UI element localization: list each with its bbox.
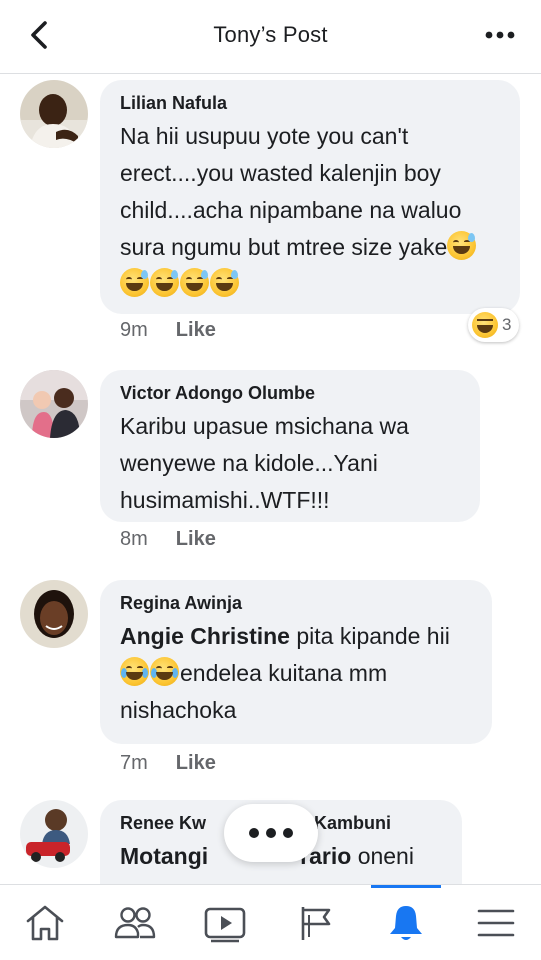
reaction-count-badge[interactable]: 3 — [468, 308, 520, 342]
comment-time: 9m — [120, 319, 148, 341]
dot-icon — [283, 828, 293, 838]
friends-icon — [115, 906, 156, 938]
comment-meta: 7m Like — [120, 752, 216, 775]
nav-menu[interactable] — [451, 885, 541, 960]
dot-icon — [249, 828, 259, 838]
grinning-sweat-emoji — [180, 268, 209, 297]
comments-feed[interactable]: Lilian Nafula Na hii usupuu yote you can… — [0, 74, 541, 884]
like-button[interactable]: Like — [176, 319, 216, 342]
comment-text: Angie Christine pita kipande hii endelea … — [120, 623, 450, 723]
home-icon — [26, 905, 64, 940]
avatar[interactable] — [20, 80, 88, 148]
video-play-icon — [205, 907, 246, 942]
comment-bubble[interactable]: Regina Awinja Angie Christine pita kipan… — [100, 580, 492, 744]
comment-time: 7m — [120, 752, 148, 774]
comment-meta: 9m Like — [120, 319, 216, 342]
grinning-sweat-emoji — [120, 268, 149, 297]
nav-friends[interactable] — [90, 885, 180, 960]
reaction-count: 3 — [502, 315, 512, 334]
comment-author[interactable]: Lilian Nafula — [120, 92, 502, 114]
bell-icon — [389, 905, 422, 940]
tears-of-joy-emoji — [150, 657, 179, 686]
profile-photo — [20, 800, 88, 868]
comment-author[interactable]: Victor Adongo Olumbe — [120, 382, 462, 404]
avatar[interactable] — [20, 800, 88, 868]
mention-link[interactable]: Motangi — [120, 843, 208, 869]
grinning-sweat-emoji — [150, 268, 179, 297]
hamburger-menu-icon — [477, 909, 515, 936]
top-bar: Tony’s Post — [0, 0, 541, 74]
more-comments-pill[interactable] — [224, 804, 318, 862]
more-horizontal-icon — [485, 31, 515, 39]
avatar[interactable] — [20, 370, 88, 438]
profile-photo — [20, 370, 88, 438]
nav-pages[interactable] — [271, 885, 361, 960]
comment-time: 8m — [120, 528, 148, 550]
flag-icon — [301, 906, 330, 940]
nav-watch[interactable] — [180, 885, 270, 960]
profile-photo — [20, 580, 88, 648]
page-title: Tony’s Post — [213, 22, 328, 47]
comment-text: Na hii usupuu yote you can't erect....yo… — [120, 118, 502, 303]
comment-author[interactable]: Regina Awinja — [120, 592, 474, 614]
like-button[interactable]: Like — [176, 752, 216, 775]
tears-of-joy-emoji — [120, 657, 149, 686]
nav-notifications[interactable] — [361, 885, 451, 960]
comment-bubble[interactable]: Victor Adongo Olumbe Karibu upasue msich… — [100, 370, 480, 522]
mention-link[interactable]: Angie Christine — [120, 623, 290, 649]
more-options-button[interactable] — [483, 20, 517, 50]
profile-photo — [20, 80, 88, 148]
laughing-emoji — [472, 312, 498, 338]
like-button[interactable]: Like — [176, 528, 216, 551]
avatar[interactable] — [20, 580, 88, 648]
nav-home[interactable] — [0, 885, 90, 960]
bottom-navigation — [0, 884, 541, 960]
grinning-sweat-emoji — [210, 268, 239, 297]
comment-meta: 8m Like — [120, 528, 216, 551]
comment-text: Karibu upasue msichana wa wenyewe na kid… — [120, 413, 409, 513]
grinning-sweat-emoji — [447, 231, 477, 260]
dot-icon — [266, 828, 276, 838]
comment-bubble[interactable]: Lilian Nafula Na hii usupuu yote you can… — [100, 80, 520, 314]
